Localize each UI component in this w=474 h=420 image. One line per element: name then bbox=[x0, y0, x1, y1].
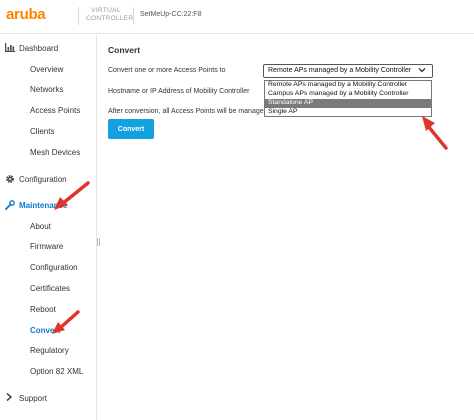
controller-host-label: Hostname or IP Address of Mobility Contr… bbox=[108, 88, 250, 95]
sidebar-item-dashboard[interactable]: Dashboard bbox=[19, 44, 58, 53]
sidebar-nav: Dashboard Overview Networks Access Point… bbox=[0, 35, 97, 420]
sidebar-item-option-82-xml[interactable]: Option 82 XML bbox=[30, 367, 83, 376]
sidebar-item-overview[interactable]: Overview bbox=[30, 65, 63, 74]
chevron-down-icon bbox=[418, 65, 426, 77]
after-conversion-label: After conversion, all Access Points will… bbox=[108, 108, 268, 115]
sidebar-item-regulatory[interactable]: Regulatory bbox=[30, 346, 69, 355]
ap-mode-selected-value: Remote APs managed by a Mobility Control… bbox=[268, 67, 412, 74]
option-campus-aps[interactable]: Campus APs managed by a Mobility Control… bbox=[265, 90, 431, 99]
option-standalone-ap[interactable]: Standalone AP bbox=[265, 99, 431, 108]
sidebar-item-firmware[interactable]: Firmware bbox=[30, 242, 63, 251]
annotation-arrow-convert bbox=[52, 310, 80, 334]
chevron-right-icon bbox=[5, 392, 15, 404]
sidebar-item-configuration-sub[interactable]: Configuration bbox=[30, 263, 78, 272]
aruba-logo[interactable]: aruba bbox=[6, 6, 46, 23]
gear-icon bbox=[5, 174, 15, 186]
main-content: Convert Convert one or more Access Point… bbox=[100, 35, 474, 420]
wrench-icon bbox=[5, 200, 15, 212]
option-single-ap[interactable]: Single AP bbox=[265, 108, 431, 117]
convert-button[interactable]: Convert bbox=[108, 119, 154, 139]
annotation-arrow-maintenance bbox=[54, 181, 90, 210]
page-title: Convert bbox=[108, 45, 141, 55]
top-header: aruba VIRTUAL CONTROLLER SetMeUp-CC:22:F… bbox=[0, 0, 474, 34]
sidebar-item-networks[interactable]: Networks bbox=[30, 85, 63, 94]
ap-mode-select[interactable]: Remote APs managed by a Mobility Control… bbox=[263, 64, 433, 78]
sidebar-item-support[interactable]: Support bbox=[19, 394, 47, 403]
ap-mode-options-list: Remote APs managed by a Mobility Control… bbox=[264, 80, 432, 117]
sidebar-item-access-points[interactable]: Access Points bbox=[30, 106, 80, 115]
annotation-arrow-dropdown bbox=[422, 116, 448, 150]
product-name: VIRTUAL CONTROLLER bbox=[86, 7, 134, 22]
header-divider bbox=[78, 7, 79, 25]
sidebar-item-about[interactable]: About bbox=[30, 222, 51, 231]
option-remote-aps[interactable]: Remote APs managed by a Mobility Control… bbox=[265, 81, 431, 90]
header-divider bbox=[133, 7, 134, 25]
sidebar-item-clients[interactable]: Clients bbox=[30, 127, 54, 136]
bar-chart-icon bbox=[5, 43, 15, 54]
sidebar-item-certificates[interactable]: Certificates bbox=[30, 284, 70, 293]
device-name: SetMeUp-CC:22:F8 bbox=[140, 11, 202, 18]
convert-to-label: Convert one or more Access Points to bbox=[108, 67, 226, 74]
sidebar-item-mesh-devices[interactable]: Mesh Devices bbox=[30, 148, 80, 157]
